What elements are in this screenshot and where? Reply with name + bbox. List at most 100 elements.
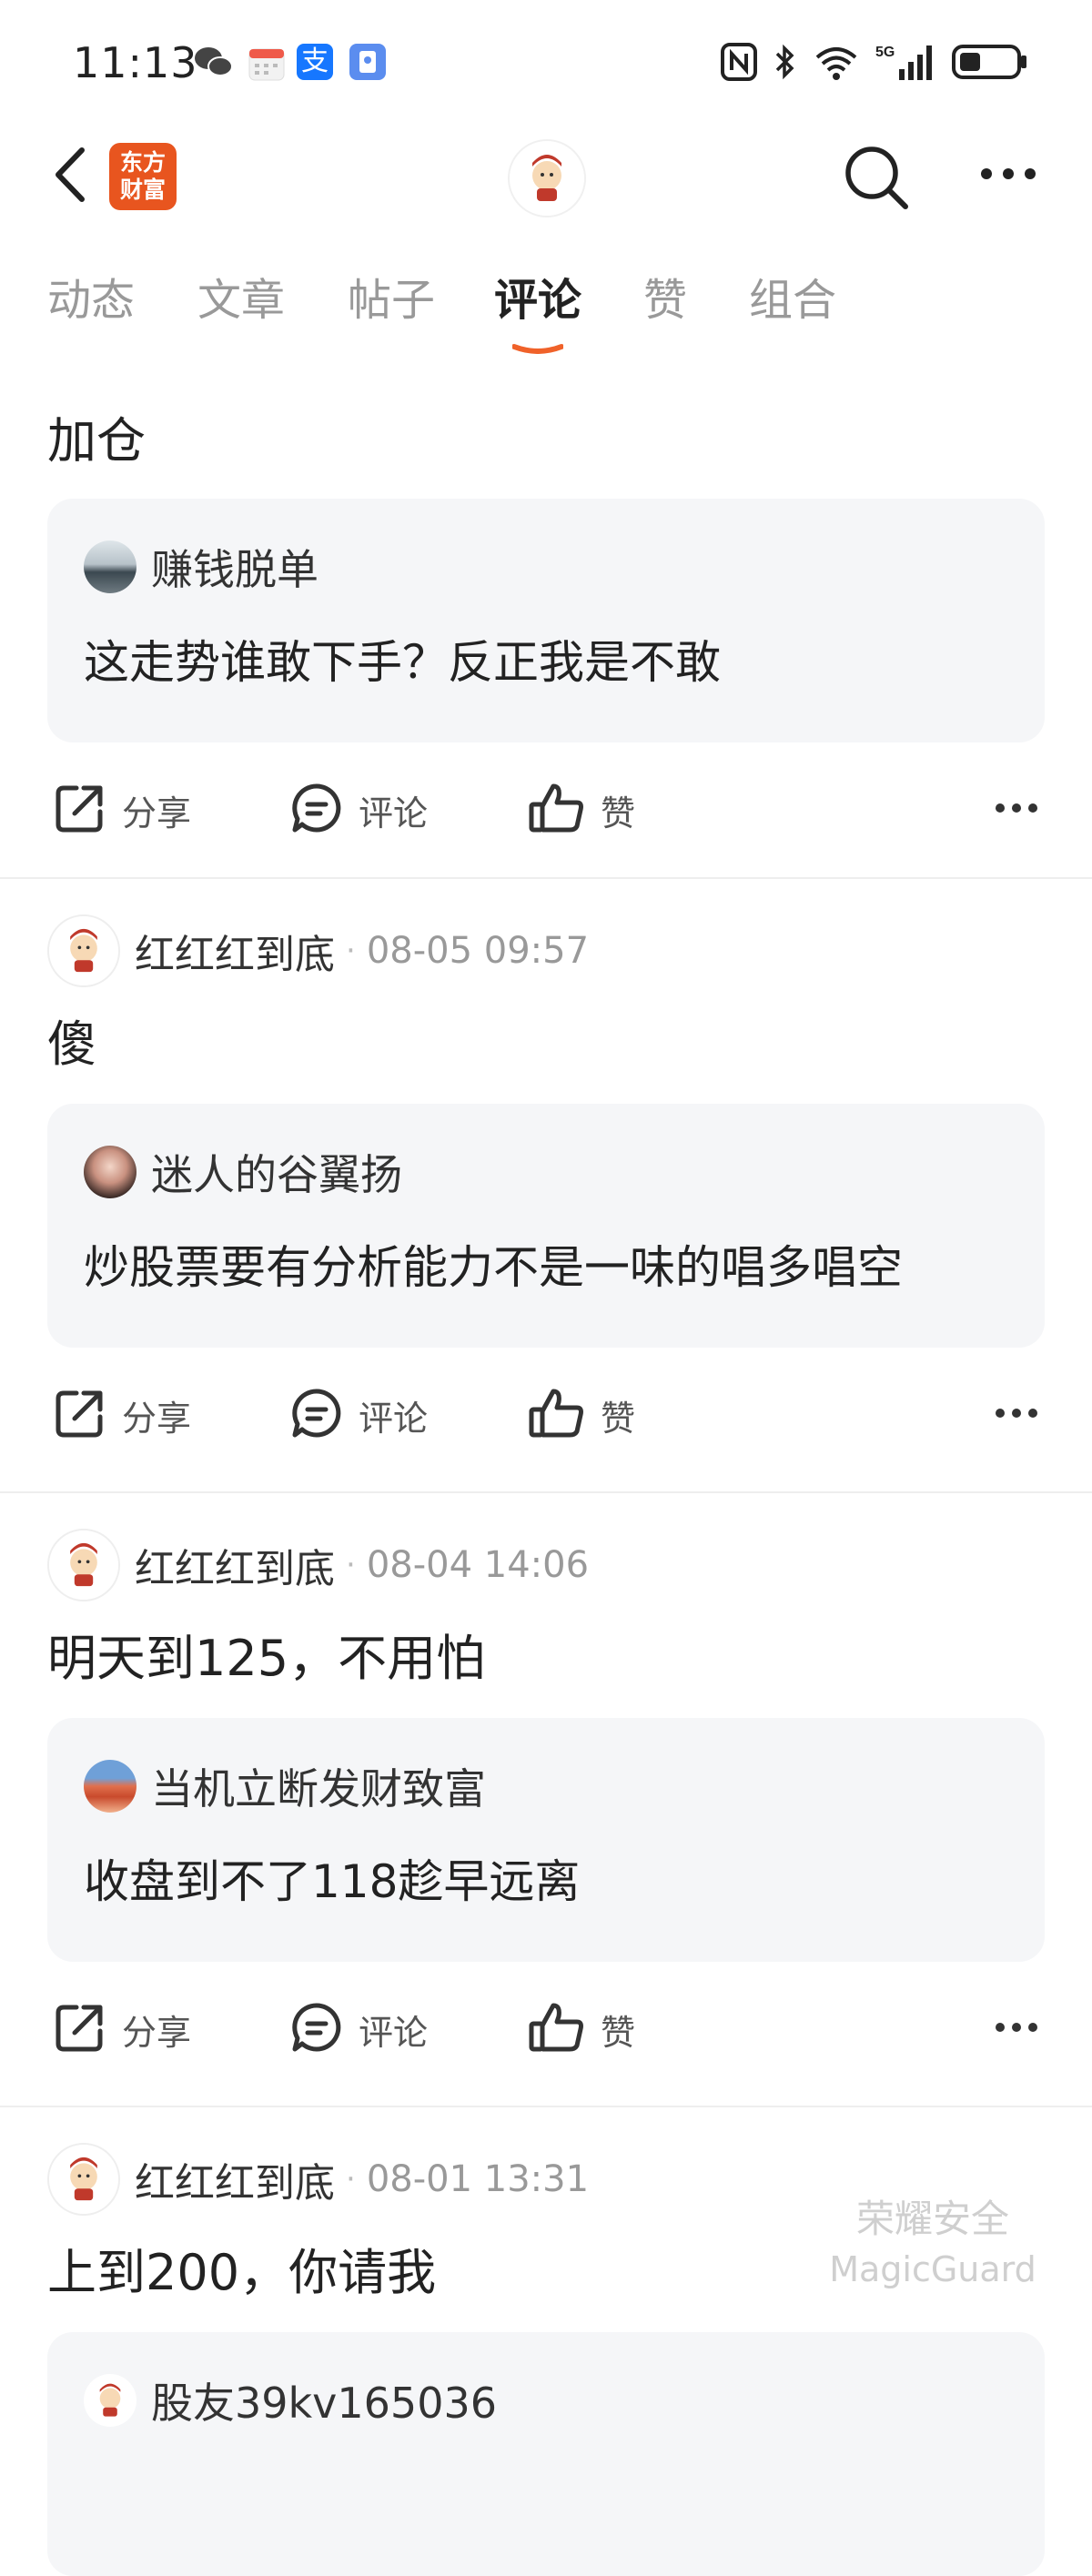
status-time: 11:13 [73,38,198,87]
divider [0,877,1092,879]
tab-articles[interactable]: 文章 [197,264,285,328]
comment-bubble-icon [289,781,344,839]
comment-text[interactable]: 明天到125，不用怕 [47,1618,485,1690]
logo-line1: 东方 [119,149,166,176]
quoted-comment[interactable]: 迷人的谷翼扬 炒股票要有分析能力不是一味的唱多唱空 [47,1104,1045,1348]
wechat-icon [193,44,233,80]
comment-text[interactable]: 傻 [47,1004,96,1076]
comment-label: 评论 [359,1398,429,1439]
author-name[interactable]: 红红红到底 [135,922,335,980]
wifi-icon [814,43,859,85]
more-actions-icon[interactable] [994,801,1039,813]
back-arrow-icon[interactable] [47,143,102,207]
signal-5g-icon: 5G [875,42,935,86]
svg-text:5G: 5G [875,45,895,60]
battery-icon [952,43,1028,85]
separator-dot: · [346,1547,356,1583]
share-icon [53,781,107,839]
comment-header: 红红红到底 · 08-01 13:31 [47,2143,589,2216]
divider [0,1491,1092,1493]
comment-button[interactable]: 评论 [289,1993,428,2066]
share-label: 分享 [122,2012,192,2053]
bluetooth-icon [774,43,797,85]
tab-dynamics[interactable]: 动态 [47,264,135,328]
like-label: 赞 [601,793,636,833]
quoted-comment[interactable]: 当机立断发财致富 收盘到不了118趁早远离 [47,1718,1045,1962]
like-button[interactable]: 赞 [528,1993,635,2066]
more-actions-icon[interactable] [994,2020,1039,2033]
watermark-line1: 荣耀安全 [855,2197,1009,2241]
share-button[interactable]: 分享 [53,773,191,846]
quoted-comment[interactable]: 赚钱脱单 这走势谁敢下手？反正我是不敢 [47,499,1045,742]
quoted-text: 收盘到不了118趁早远离 [84,1855,581,1908]
comment-bubble-icon [289,1386,344,1444]
nfc-icon [721,43,757,85]
quoted-user-avatar[interactable] [84,540,136,593]
search-icon[interactable] [842,143,911,212]
share-icon [53,1386,107,1444]
thumbs-up-icon [528,1386,586,1444]
action-bar: 分享 评论 赞 [0,1379,1092,1451]
alipay-icon: 支 [297,44,333,80]
divider [0,2106,1092,2107]
like-button[interactable]: 赞 [528,1379,635,1451]
more-options-icon[interactable] [978,165,1038,183]
comment-time: 08-01 13:31 [366,2158,590,2200]
tab-comments[interactable]: 评论 [494,264,581,328]
like-button[interactable]: 赞 [528,773,635,846]
separator-dot: · [346,2161,356,2197]
quoted-text: 这走势谁敢下手？反正我是不敢 [84,636,721,689]
comment-text[interactable]: 上到200，你请我 [47,2232,436,2304]
author-avatar[interactable] [47,1529,120,1601]
quoted-user-avatar[interactable] [84,2374,136,2427]
thumbs-up-icon [528,781,586,839]
comment-time: 08-04 14:06 [366,1544,590,1586]
tab-likes[interactable]: 赞 [643,264,687,328]
thumbs-up-icon [528,2000,586,2058]
share-button[interactable]: 分享 [53,1993,191,2066]
quoted-user-name[interactable]: 当机立断发财致富 [151,1756,486,1816]
author-avatar[interactable] [47,2143,120,2216]
quoted-text: 炒股票要有分析能力不是一味的唱多唱空 [84,1241,903,1294]
top-nav-bar: 东方 财富 [0,132,1092,223]
comment-text[interactable]: 加仓 [47,400,146,472]
share-icon [53,2000,107,2058]
author-name[interactable]: 红红红到底 [135,1536,335,1594]
wallet-icon [349,44,386,80]
like-label: 赞 [601,1398,636,1439]
quoted-user-avatar[interactable] [84,1146,136,1198]
share-label: 分享 [122,793,192,833]
tab-posts[interactable]: 帖子 [348,264,435,328]
watermark-line2: MagicGuard [829,2249,1036,2289]
quoted-user-name[interactable]: 股友39kv165036 [151,2370,497,2430]
comment-header: 红红红到底 · 08-05 09:57 [47,914,589,987]
comment-label: 评论 [359,2012,429,2053]
share-button[interactable]: 分享 [53,1379,191,1451]
author-avatar[interactable] [47,914,120,987]
action-bar: 分享 评论 赞 [0,773,1092,846]
active-tab-indicator [511,340,564,354]
action-bar: 分享 评论 赞 [0,1993,1092,2066]
profile-tabs: 动态 文章 帖子 评论 赞 组合 [0,264,1092,364]
quoted-comment[interactable]: 股友39kv165036 [47,2332,1045,2576]
app-logo[interactable]: 东方 财富 [109,143,177,210]
quoted-user-name[interactable]: 赚钱脱单 [151,537,318,597]
comment-button[interactable]: 评论 [289,773,428,846]
like-label: 赞 [601,2012,636,2053]
logo-line2: 财富 [119,177,166,203]
comment-button[interactable]: 评论 [289,1379,428,1451]
quoted-user-avatar[interactable] [84,1760,136,1813]
status-right-icons: 5G [721,42,1028,86]
comment-time: 08-05 09:57 [366,930,590,972]
quoted-user-name[interactable]: 迷人的谷翼扬 [151,1142,402,1202]
comment-bubble-icon [289,2000,344,2058]
share-label: 分享 [122,1398,192,1439]
author-name[interactable]: 红红红到底 [135,2150,335,2208]
more-actions-icon[interactable] [994,1406,1039,1419]
separator-dot: · [346,933,356,969]
calendar-icon [248,44,285,81]
comment-label: 评论 [359,793,429,833]
profile-avatar[interactable] [508,139,586,217]
tab-portfolio[interactable]: 组合 [749,264,836,328]
status-bar: 11:13 支 5G [0,0,1092,132]
